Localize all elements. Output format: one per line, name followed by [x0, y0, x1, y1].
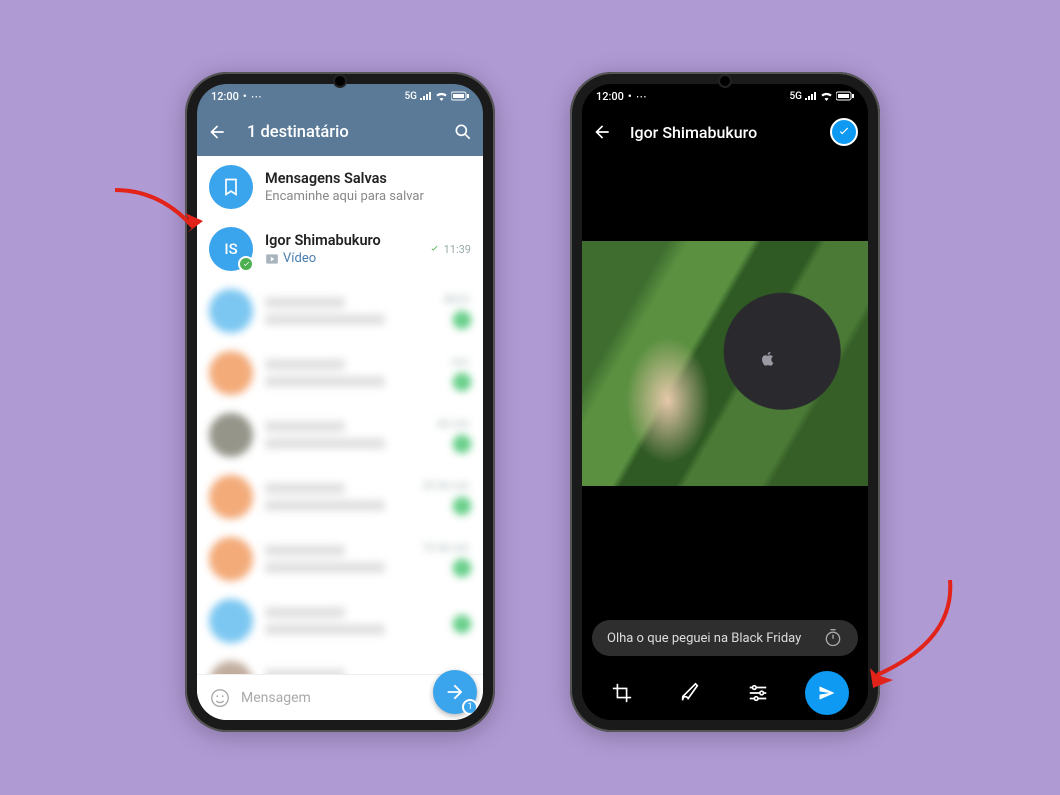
selected-check-icon [238, 256, 254, 272]
brush-button[interactable] [669, 672, 711, 714]
row-time: 16 de out. [422, 541, 471, 554]
status-dot-icon: • [628, 90, 632, 103]
chat-row-blurred[interactable]: 08:01 1 [197, 280, 483, 342]
crop-button[interactable] [601, 672, 643, 714]
unread-badge: 1 [453, 311, 471, 329]
editor-toolbar [582, 666, 868, 720]
battery-icon [836, 91, 854, 101]
apple-logo-icon [759, 349, 777, 369]
avatar [209, 289, 253, 333]
wifi-icon [820, 92, 833, 101]
battery-icon [451, 91, 469, 101]
arrow-right-icon [444, 681, 466, 703]
row-time: 08:01 [444, 293, 471, 306]
avatar [209, 537, 253, 581]
unread-badge: 1 [453, 435, 471, 453]
avatar [209, 413, 253, 457]
avatar-initials: IS [224, 240, 237, 258]
editor-header: Igor Shimabukuro [582, 108, 868, 156]
back-arrow-icon[interactable] [592, 122, 612, 142]
avatar [209, 599, 253, 643]
caption-text: Olha o que peguei na Black Friday [607, 631, 813, 646]
screen-a: 12:00 • ⋯ 5G 1 destinatário Mens [197, 84, 483, 720]
row-time: 25 de out. [422, 479, 471, 492]
camera-notch [720, 76, 730, 86]
contact-time: 11:39 [444, 243, 471, 256]
tune-icon [747, 682, 769, 704]
unread-badge: 1 [453, 559, 471, 577]
app-header: 1 destinatário [197, 108, 483, 156]
tune-button[interactable] [737, 672, 779, 714]
send-icon [817, 683, 837, 703]
row-time: nov. [451, 355, 471, 368]
back-arrow-icon[interactable] [207, 122, 227, 142]
search-icon[interactable] [453, 122, 473, 142]
send-button[interactable] [805, 671, 849, 715]
selected-indicator[interactable] [830, 118, 858, 146]
contact-row-selected[interactable]: IS Igor Shimabukuro Vídeo 11:39 [197, 218, 483, 280]
bookmark-icon [209, 165, 253, 209]
status-more-icon: ⋯ [251, 90, 262, 103]
unread-badge: 1 [453, 615, 471, 633]
chat-row-blurred[interactable]: de out. 1 [197, 404, 483, 466]
status-bar: 12:00 • ⋯ 5G [582, 84, 868, 108]
saved-title: Mensagens Salvas [265, 170, 471, 187]
chat-row-blurred[interactable]: 25 de out. 1 [197, 466, 483, 528]
fab-count: 1 [462, 699, 478, 715]
caption-input[interactable]: Olha o que peguei na Black Friday [592, 620, 858, 656]
row-time: de out. [437, 417, 471, 430]
phone-left: 12:00 • ⋯ 5G 1 destinatário Mens [185, 72, 495, 732]
camera-notch [335, 76, 345, 86]
contact-name: Igor Shimabukuro [265, 232, 416, 249]
status-time: 12:00 [211, 90, 239, 103]
status-time: 12:00 [596, 90, 624, 103]
chat-row-blurred[interactable]: 16 de out. 1 [197, 528, 483, 590]
chat-row-blurred[interactable]: 1 [197, 590, 483, 652]
avatar: IS [209, 227, 253, 271]
chat-list: Mensagens Salvas Encaminhe aqui para sal… [197, 156, 483, 720]
signal-icon [420, 92, 432, 101]
status-more-icon: ⋯ [636, 90, 647, 103]
avatar [209, 351, 253, 395]
crop-icon [611, 682, 633, 704]
header-title: 1 destinatário [247, 123, 433, 142]
status-net: 5G [790, 91, 803, 102]
avatar [209, 475, 253, 519]
saved-subtitle: Encaminhe aqui para salvar [265, 189, 471, 204]
media-preview[interactable] [582, 241, 868, 486]
emoji-icon[interactable] [209, 687, 231, 709]
read-check-icon [428, 244, 441, 254]
status-net: 5G [405, 91, 418, 102]
phone-right: 12:00 • ⋯ 5G Igor Shimabukuro [570, 72, 880, 732]
timer-icon[interactable] [823, 628, 843, 648]
screen-b: 12:00 • ⋯ 5G Igor Shimabukuro [582, 84, 868, 720]
unread-badge: 1 [453, 373, 471, 391]
status-bar: 12:00 • ⋯ 5G [197, 84, 483, 108]
signal-icon [805, 92, 817, 101]
unread-badge: 1 [453, 497, 471, 515]
saved-messages-row[interactable]: Mensagens Salvas Encaminhe aqui para sal… [197, 156, 483, 218]
video-icon [265, 252, 279, 266]
contact-subtitle: Vídeo [283, 251, 316, 266]
status-dot-icon: • [243, 90, 247, 103]
editor-title: Igor Shimabukuro [630, 123, 812, 142]
wifi-icon [435, 92, 448, 101]
brush-icon [679, 682, 701, 704]
forward-fab[interactable]: 1 [433, 670, 477, 714]
chat-row-blurred[interactable]: nov. 1 [197, 342, 483, 404]
check-icon [837, 125, 851, 139]
